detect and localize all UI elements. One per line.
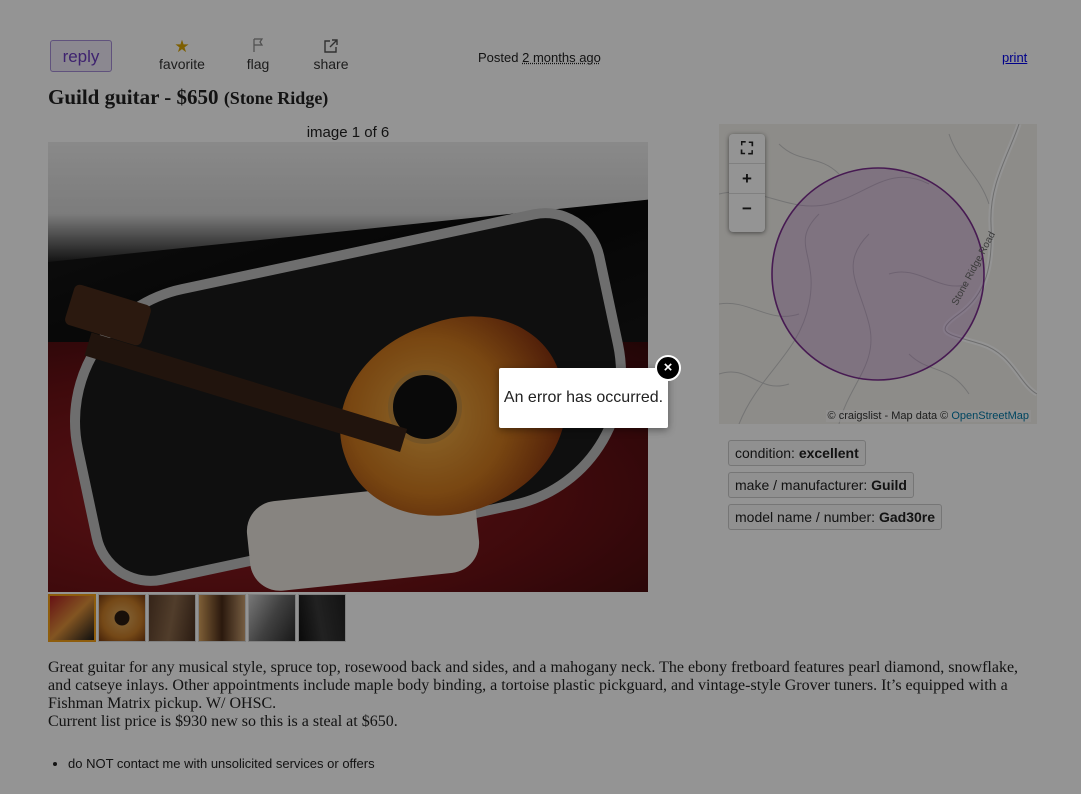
posting-page: reply ★ favorite flag share Posted 2 mon…	[0, 0, 1081, 794]
error-message: An error has occurred.	[503, 389, 664, 406]
close-icon[interactable]: ×	[655, 355, 681, 381]
error-dialog: An error has occurred.	[499, 368, 668, 428]
